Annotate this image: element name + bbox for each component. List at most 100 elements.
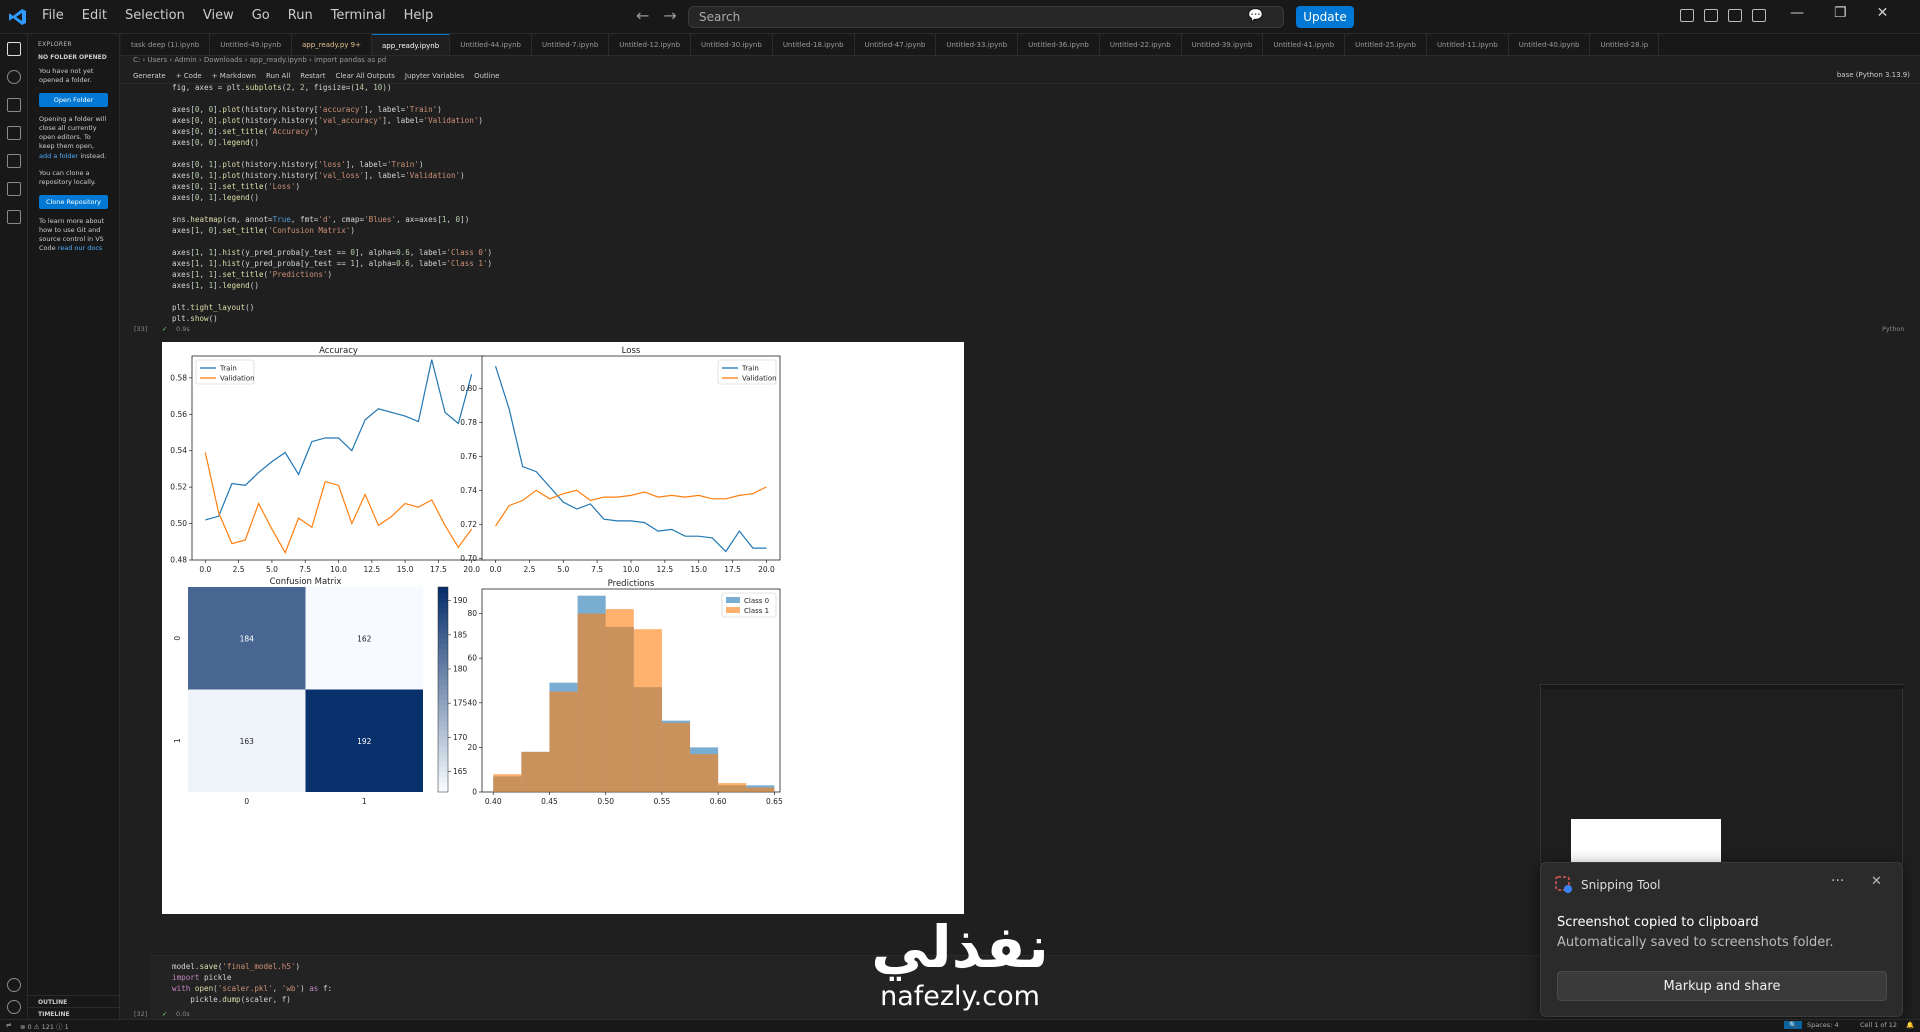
zoom-search-icon[interactable]: 🔍 <box>1784 1021 1803 1029</box>
python-icon[interactable] <box>7 210 21 224</box>
code-line[interactable]: fig, axes = plt.subplots(2, 2, figsize=(… <box>172 82 492 93</box>
open-folder-button[interactable]: Open Folder <box>39 93 108 108</box>
kernel-picker[interactable]: base (Python 3.13.9) <box>1837 71 1910 79</box>
menu-go[interactable]: Go <box>252 8 270 23</box>
source-control-icon[interactable] <box>7 98 21 112</box>
toolbar-restart[interactable]: Restart <box>300 72 325 80</box>
code-line[interactable]: axes[1, 0].set_title('Confusion Matrix') <box>172 225 492 236</box>
code-line[interactable]: pickle.dump(scaler, f) <box>172 994 332 1005</box>
cell-language[interactable]: Python <box>1882 325 1905 333</box>
close-window-icon[interactable]: ✕ <box>1877 5 1889 21</box>
breadcrumb[interactable]: C: › Users › Admin › Downloads › app_rea… <box>121 56 386 68</box>
notifications-bell-icon[interactable]: 🔔 <box>1906 1021 1914 1029</box>
menu-terminal[interactable]: Terminal <box>331 8 386 23</box>
code-line[interactable]: axes[1, 1].set_title('Predictions') <box>172 269 492 280</box>
code-line[interactable]: axes[0, 1].legend() <box>172 192 492 203</box>
menu-run[interactable]: Run <box>288 8 313 23</box>
code-line[interactable]: axes[0, 0].plot(history.history['accurac… <box>172 104 492 115</box>
toolbar-add-code[interactable]: + Code <box>176 72 202 80</box>
toolbar-generate[interactable]: Generate <box>133 72 166 80</box>
explorer-icon[interactable] <box>7 42 21 56</box>
tab-10[interactable]: Untitled-33.ipynb <box>936 34 1019 55</box>
tab-5[interactable]: Untitled-7.ipynb <box>532 34 610 55</box>
markup-and-share-button[interactable]: Markup and share <box>1557 971 1887 1001</box>
tab-14[interactable]: Untitled-41.ipynb <box>1263 34 1346 55</box>
toolbar-outline[interactable]: Outline <box>474 72 499 80</box>
toggle-panel-icon[interactable] <box>1728 9 1742 22</box>
code-line[interactable] <box>172 291 492 302</box>
code-line[interactable]: axes[0, 1].plot(history.history['val_los… <box>172 170 492 181</box>
tab-16[interactable]: Untitled-11.ipynb <box>1427 34 1509 55</box>
tab-0[interactable]: task deep (1).ipynb <box>121 34 211 55</box>
customize-layout-icon[interactable] <box>1680 9 1694 22</box>
notification-more-icon[interactable]: ··· <box>1831 873 1844 889</box>
problems-count[interactable]: ⊗ 0 ⚠ 121 ⓘ 1 <box>20 1021 69 1031</box>
code-line[interactable] <box>172 203 492 214</box>
toolbar-run-all[interactable]: Run All <box>266 72 290 80</box>
code-line[interactable]: axes[0, 1].set_title('Loss') <box>172 181 492 192</box>
toggle-primary-sidebar-icon[interactable] <box>1704 9 1718 22</box>
cell-position-status[interactable]: Cell 1 of 12 <box>1860 1021 1897 1029</box>
tab-4[interactable]: Untitled-44.ipynb <box>450 34 532 55</box>
cell-code-editor[interactable]: fig, axes = plt.subplots(2, 2, figsize=(… <box>172 82 492 324</box>
code-line[interactable]: plt.show() <box>172 313 492 324</box>
tab-12[interactable]: Untitled-22.ipynb <box>1100 34 1182 55</box>
code-line[interactable]: axes[1, 1].hist(y_pred_proba[y_test == 0… <box>172 247 492 258</box>
testing-icon[interactable] <box>7 182 21 196</box>
notification-close-icon[interactable]: ✕ <box>1871 874 1882 889</box>
code-line[interactable]: axes[1, 1].legend() <box>172 280 492 291</box>
code-line[interactable]: import pickle <box>172 972 332 983</box>
tab-18[interactable]: Untitled-28.ip <box>1590 34 1660 55</box>
remote-indicator-icon[interactable]: ⇌ <box>6 1021 11 1029</box>
tab-3[interactable]: app_ready.ipynb <box>371 34 451 55</box>
code-line[interactable]: sns.heatmap(cm, annot=True, fmt='d', cma… <box>172 214 492 225</box>
menu-file[interactable]: File <box>42 8 64 23</box>
code-line[interactable]: with open('scaler.pkl', 'wb') as f: <box>172 983 332 994</box>
menu-view[interactable]: View <box>203 8 234 23</box>
tab-6[interactable]: Untitled-12.ipynb <box>609 34 692 55</box>
code-line[interactable] <box>172 148 492 159</box>
menu-help[interactable]: Help <box>404 8 434 23</box>
tab-15[interactable]: Untitled-25.ipynb <box>1345 34 1427 55</box>
code-line[interactable]: plt.tight_layout() <box>172 302 492 313</box>
copilot-chat-icon[interactable]: 💬 <box>1248 8 1263 22</box>
tab-11[interactable]: Untitled-36.ipynb <box>1018 34 1100 55</box>
update-button[interactable]: Update <box>1296 6 1354 28</box>
read-docs-link[interactable]: read our docs <box>58 244 103 252</box>
search-icon[interactable] <box>7 70 21 84</box>
indentation-status[interactable]: Spaces: 4 <box>1807 1021 1839 1029</box>
code-line[interactable]: axes[0, 0].legend() <box>172 137 492 148</box>
tab-17[interactable]: Untitled-40.ipynb <box>1509 34 1591 55</box>
clone-repository-button[interactable]: Clone Repository <box>39 194 108 209</box>
menu-edit[interactable]: Edit <box>82 8 107 23</box>
toggle-secondary-sidebar-icon[interactable] <box>1752 9 1766 22</box>
code-line[interactable]: axes[1, 1].hist(y_pred_proba[y_test == 1… <box>172 258 492 269</box>
back-arrow-icon[interactable]: ← <box>636 6 649 25</box>
snipping-tool-notification[interactable]: Snipping Tool ··· ✕ Screenshot copied to… <box>1540 862 1903 1017</box>
account-icon[interactable] <box>7 978 21 992</box>
toolbar-clear-outputs[interactable]: Clear All Outputs <box>335 72 394 80</box>
code-line[interactable] <box>172 93 492 104</box>
screenshot-thumbnail[interactable] <box>1540 684 1904 864</box>
tab-9[interactable]: Untitled-47.ipynb <box>855 34 937 55</box>
run-debug-icon[interactable] <box>7 154 21 168</box>
code-line[interactable]: axes[0, 0].plot(history.history['val_acc… <box>172 115 492 126</box>
tab-2[interactable]: app_ready.py 9+ <box>292 34 372 55</box>
tab-8[interactable]: Untitled-18.ipynb <box>773 34 855 55</box>
menu-selection[interactable]: Selection <box>125 8 185 23</box>
code-line[interactable]: axes[0, 0].set_title('Accuracy') <box>172 126 492 137</box>
forward-arrow-icon[interactable]: → <box>663 6 676 25</box>
toolbar-jupyter-variables[interactable]: Jupyter Variables <box>405 72 464 80</box>
tab-13[interactable]: Untitled-39.ipynb <box>1182 34 1264 55</box>
cell-code-editor-2[interactable]: model.save('final_model.h5') import pickl… <box>172 961 332 1005</box>
code-line[interactable]: model.save('final_model.h5') <box>172 961 332 972</box>
add-folder-link[interactable]: add a folder <box>39 152 78 160</box>
settings-gear-icon[interactable] <box>7 1000 21 1014</box>
minimize-icon[interactable]: — <box>1790 5 1804 21</box>
restore-icon[interactable]: ❐ <box>1834 5 1847 21</box>
tab-7[interactable]: Untitled-30.ipynb <box>691 34 773 55</box>
extensions-icon[interactable] <box>7 126 21 140</box>
toolbar-add-markdown[interactable]: + Markdown <box>212 72 256 80</box>
sidebar-section-no-folder[interactable]: NO FOLDER OPENED <box>28 52 119 63</box>
command-search-input[interactable]: Search <box>688 6 1284 28</box>
